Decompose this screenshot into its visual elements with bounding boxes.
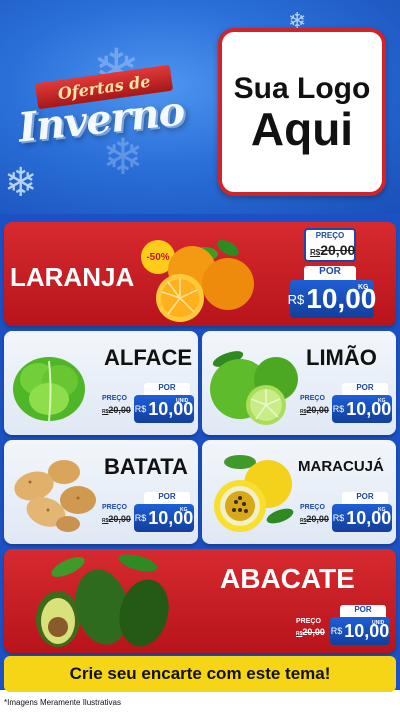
product-name: ALFACE (104, 345, 192, 370)
por-label: POR (144, 492, 190, 504)
unit-label: UNID (176, 398, 189, 404)
por-label: POR (342, 383, 388, 395)
old-price: R$20,00 (310, 242, 355, 258)
por-label: POR (342, 492, 388, 504)
old-price-value: 20,00 (306, 514, 329, 524)
header-banner: ❄ ❄ ❄ ❄ Ofertas de Inverno Sua Logo Aqui (0, 0, 400, 214)
preco-label: PREÇO (315, 231, 345, 240)
por-label: POR (144, 383, 190, 395)
currency-label: R$ (330, 626, 343, 636)
price-tag: POR PREÇO R$20,00 R$ 10,00 UNID (292, 605, 392, 647)
price-tag: PREÇO R$20,00 POR R$ 10,00 KG (287, 228, 376, 320)
old-price: R$20,00 (296, 627, 325, 637)
product-name: BATATA (104, 454, 188, 479)
product-name: MARACUJÁ (298, 458, 384, 475)
currency-label: R$ (134, 513, 147, 523)
cta-banner[interactable]: Crie seu encarte com este tema! (4, 656, 396, 692)
product-name: LARANJA (10, 262, 135, 292)
old-price-value: 20,00 (320, 242, 356, 258)
old-price-currency: R$ (310, 248, 321, 257)
snowflake-icon: ❄ (4, 161, 38, 205)
logo-text-line1: Sua Logo (233, 72, 371, 105)
old-price-value: 20,00 (108, 514, 131, 524)
price-tag: POR PREÇO R$20,00 R$ 10,00 KG (298, 383, 394, 425)
old-price-value: 20,00 (108, 405, 131, 415)
old-price-value: 20,00 (302, 627, 325, 637)
price-tag: POR PREÇO R$20,00 R$ 10,00 KG (298, 492, 394, 534)
product-card-limao[interactable]: LIMÃO POR PREÇO R$20,00 R$ 10,00 KG (202, 331, 396, 435)
preco-label: PREÇO (300, 395, 325, 402)
preco-label: PREÇO (102, 395, 127, 402)
old-price: R$20,00 (102, 405, 131, 415)
unit-label: KG (358, 284, 369, 291)
por-label: POR (304, 266, 356, 280)
footnote: *Imagens Meramente Ilustrativas (4, 698, 121, 707)
unit-label: KG (378, 398, 386, 404)
orange-icon (156, 240, 254, 322)
currency-label: R$ (332, 404, 345, 414)
unit-label: KG (378, 507, 386, 513)
old-price: R$20,00 (300, 514, 329, 524)
currency-label: R$ (134, 404, 147, 414)
old-price: R$20,00 (300, 405, 329, 415)
lime-icon (210, 351, 298, 425)
old-price-value: 20,00 (306, 405, 329, 415)
price-tag: POR PREÇO R$20,00 R$ 10,00 UNID (100, 383, 196, 425)
por-label: POR (340, 605, 386, 617)
product-card-alface[interactable]: ALFACE POR PREÇO R$20,00 R$ 10,00 UNID (4, 331, 198, 435)
avocado-icon (36, 554, 169, 647)
unit-label: KG (180, 507, 188, 513)
product-card-batata[interactable]: BATATA POR PREÇO R$20,00 R$ 10,00 KG (4, 440, 198, 544)
product-card-laranja[interactable]: LARANJA -50% PREÇO R$20,00 POR R$ 10,00 K… (4, 222, 396, 326)
passion-fruit-icon (214, 455, 294, 532)
currency-label: R$ (287, 291, 305, 307)
preco-label: PREÇO (300, 504, 325, 511)
currency-label: R$ (332, 513, 345, 523)
product-name: ABACATE (220, 563, 355, 594)
lettuce-icon (13, 357, 85, 422)
product-card-abacate[interactable]: ABACATE POR PREÇO R$20,00 R$ 10,00 UNID (4, 549, 396, 653)
potato-icon (14, 460, 96, 532)
price-tag: POR PREÇO R$20,00 R$ 10,00 KG (100, 492, 196, 534)
product-name: LIMÃO (306, 345, 377, 370)
preco-label: PREÇO (102, 504, 127, 511)
logo-placeholder[interactable]: Sua Logo Aqui (218, 28, 386, 196)
old-price: R$20,00 (102, 514, 131, 524)
logo-text-line2: Aqui (250, 103, 354, 155)
unit-label: UNID (372, 620, 385, 626)
product-card-maracuja[interactable]: MARACUJÁ POR PREÇO R$20,00 R$ 10,00 KG (202, 440, 396, 544)
preco-label: PREÇO (296, 618, 321, 625)
